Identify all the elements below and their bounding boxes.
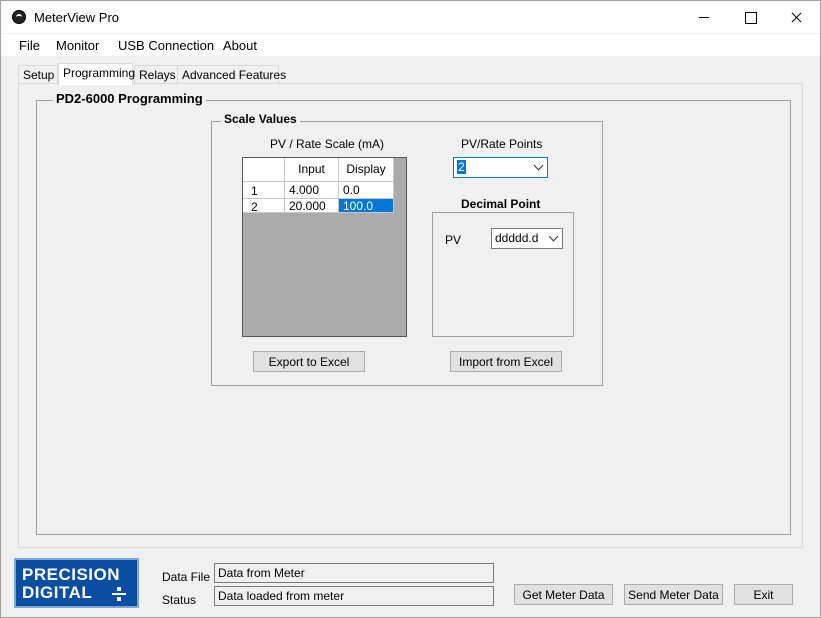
cell-input[interactable]: 20.000	[285, 199, 339, 213]
row-index: 2	[243, 199, 285, 214]
pv-label: PV	[445, 233, 462, 247]
divide-icon	[112, 587, 126, 601]
tab-relays[interactable]: Relays	[134, 65, 178, 84]
points-select[interactable]: 2	[453, 157, 548, 178]
precision-digital-logo: PRECISION DIGITAL	[14, 558, 139, 608]
data-file-value: Data from Meter	[218, 566, 305, 580]
status-field: Data loaded from meter	[214, 586, 494, 606]
status-value: Data loaded from meter	[218, 589, 345, 603]
menu-monitor[interactable]: Monitor	[56, 38, 99, 53]
close-button[interactable]	[773, 1, 819, 33]
logo-line2: DIGITAL	[22, 583, 93, 602]
cell-display-selected[interactable]: 100.0	[339, 199, 394, 213]
menu-about[interactable]: About	[223, 38, 257, 53]
programming-group-title: PD2-6000 Programming	[53, 91, 206, 106]
points-select-value: 2	[457, 160, 466, 174]
menu-bar: File Monitor USB Connection About	[1, 34, 820, 56]
menu-usb-connection[interactable]: USB Connection	[118, 38, 214, 53]
window-title: MeterView Pro	[34, 10, 120, 25]
send-meter-data-button[interactable]: Send Meter Data	[624, 584, 723, 605]
tab-programming[interactable]: Programming	[58, 63, 135, 85]
status-label: Status	[162, 593, 197, 607]
app-window: MeterView Pro File Monitor USB Connectio…	[0, 0, 821, 618]
export-to-excel-button[interactable]: Export to Excel	[253, 351, 365, 372]
cell-input[interactable]: 4.000	[285, 182, 339, 199]
maximize-button[interactable]	[727, 1, 773, 33]
scale-grid-title: PV / Rate Scale (mA)	[270, 137, 385, 151]
points-label: PV/Rate Points	[461, 137, 543, 151]
import-from-excel-button[interactable]: Import from Excel	[450, 351, 562, 372]
exit-button[interactable]: Exit	[734, 584, 793, 605]
logo-line1: PRECISION	[22, 565, 121, 584]
menu-file[interactable]: File	[19, 38, 40, 53]
pv-decimal-select[interactable]: ddddd.d	[491, 228, 563, 249]
chevron-down-icon	[548, 231, 559, 242]
grid-corner	[243, 158, 285, 182]
chevron-down-icon	[533, 160, 544, 171]
tab-setup[interactable]: Setup	[18, 65, 58, 84]
minimize-button[interactable]	[681, 1, 727, 33]
app-icon	[12, 10, 26, 24]
data-file-label: Data File	[162, 570, 211, 584]
grid-header-input[interactable]: Input	[285, 158, 339, 182]
data-file-field: Data from Meter	[214, 563, 494, 583]
decimal-point-title: Decimal Point	[461, 197, 541, 211]
cell-display[interactable]: 0.0	[339, 182, 394, 199]
get-meter-data-button[interactable]: Get Meter Data	[514, 584, 613, 605]
row-index: 1	[243, 182, 285, 199]
title-bar: MeterView Pro	[1, 1, 820, 33]
scale-values-title: Scale Values	[221, 112, 300, 126]
pv-decimal-value: ddddd.d	[495, 231, 539, 245]
grid-header-display[interactable]: Display	[339, 158, 394, 182]
tab-advanced-features[interactable]: Advanced Features	[177, 65, 286, 84]
scale-grid[interactable]: Input Display 1 4.000 0.0 2 20.000 100.0	[242, 157, 407, 337]
